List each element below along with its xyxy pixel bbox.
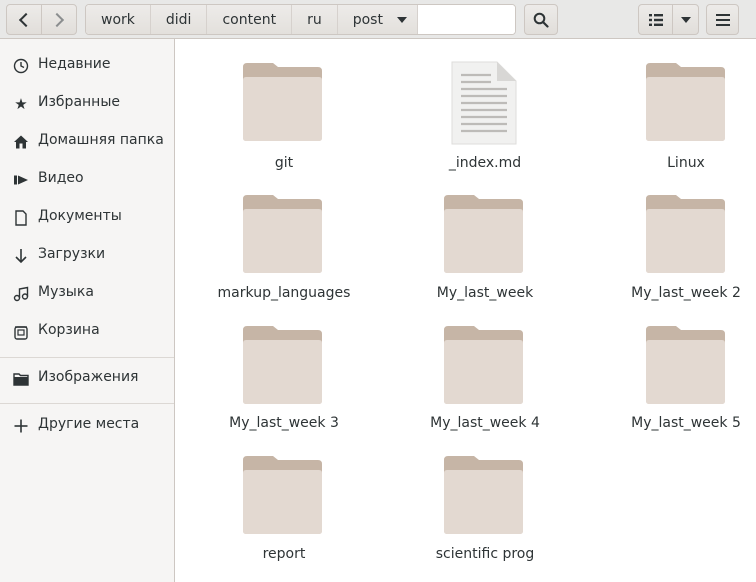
- sidebar-item-label: Видео: [38, 170, 84, 186]
- home-icon: [12, 133, 30, 151]
- sidebar-item-home[interactable]: Домашняя папка: [0, 122, 174, 160]
- go-previous-icon: [18, 12, 34, 27]
- file-item-my-last-week[interactable]: My_last_week: [400, 195, 570, 315]
- sidebar-item-label: Недавние: [38, 56, 111, 72]
- forward-button[interactable]: [41, 4, 77, 35]
- sidebar-item-label: Корзина: [38, 322, 100, 338]
- sidebar: Недавние ★ Избранные Домашняя папка Виде…: [0, 39, 175, 582]
- sidebar-separator: [0, 357, 174, 358]
- path-crumb-post-label: post: [352, 11, 383, 28]
- folder-icon: [243, 326, 322, 404]
- sidebar-item-label: Избранные: [38, 94, 120, 110]
- header-bar: work didi content ru post: [0, 0, 756, 39]
- file-item-linux[interactable]: Linux: [601, 63, 756, 183]
- file-item-git[interactable]: git: [199, 63, 369, 183]
- go-next-icon: [49, 12, 65, 27]
- folder-icon: [243, 195, 322, 273]
- file-item-markup-languages[interactable]: markup_languages: [199, 195, 369, 315]
- file-item-label: markup_languages: [217, 285, 351, 301]
- sidebar-item-label: Загрузки: [38, 246, 106, 262]
- back-button[interactable]: [6, 4, 42, 35]
- music-icon: [12, 285, 30, 303]
- search-icon: [533, 12, 549, 28]
- sidebar-item-label: Изображения: [38, 369, 139, 385]
- file-item-my-last-week-3[interactable]: My_last_week 3: [199, 326, 369, 446]
- folder-icon: [646, 195, 725, 273]
- view-toggle-button[interactable]: [638, 4, 673, 35]
- path-crumb-ru[interactable]: ru: [292, 5, 338, 34]
- file-item-label: scientific prog: [435, 546, 535, 562]
- file-item-label: My_last_week 5: [631, 415, 741, 431]
- star-icon: ★: [14, 95, 28, 113]
- file-item-label: git: [274, 155, 294, 171]
- sidebar-item-label: Музыка: [38, 284, 94, 300]
- file-item-my-last-week-5[interactable]: My_last_week 5: [601, 326, 756, 446]
- path-crumb-post[interactable]: post: [337, 5, 418, 34]
- folder-icon: [444, 456, 523, 534]
- sidebar-item-videos[interactable]: Видео: [0, 160, 174, 198]
- file-grid: git _index.md Linux markup_languages My_…: [176, 39, 756, 582]
- sidebar-item-music[interactable]: Музыка: [0, 274, 174, 312]
- sidebar-item-label: Другие места: [38, 416, 140, 432]
- sidebar-item-label: Домашняя папка: [38, 132, 164, 148]
- chevron-down-icon: [396, 16, 407, 23]
- path-bar: work didi content ru post: [85, 4, 516, 35]
- chevron-down-icon: [680, 16, 691, 23]
- sidebar-item-recent[interactable]: Недавние: [0, 46, 174, 84]
- folder-icon: [243, 456, 322, 534]
- path-bar-empty: [417, 5, 515, 34]
- download-icon: [12, 247, 30, 265]
- document-icon: [12, 209, 30, 227]
- view-options-button[interactable]: [672, 4, 699, 35]
- list-view-icon: [648, 13, 663, 26]
- file-item-label: My_last_week 2: [631, 285, 741, 301]
- plus-icon: [12, 417, 30, 435]
- file-item-label: My_last_week 4: [430, 415, 540, 431]
- file-item-label: My_last_week 3: [229, 415, 339, 431]
- sidebar-item-other-locations[interactable]: Другие места: [0, 406, 174, 444]
- path-crumb-didi[interactable]: didi: [150, 5, 208, 34]
- recent-icon: [12, 57, 30, 75]
- file-item-label: My_last_week: [436, 285, 534, 301]
- file-item-index-md[interactable]: _index.md: [400, 61, 570, 183]
- video-icon: [12, 171, 30, 189]
- trash-icon: [12, 323, 30, 341]
- hamburger-menu-icon: [715, 13, 730, 26]
- path-crumb-content[interactable]: content: [207, 5, 293, 34]
- text-document-icon: [451, 61, 517, 145]
- sidebar-item-starred[interactable]: ★ Избранные: [0, 84, 174, 122]
- sidebar-item-label: Документы: [38, 208, 122, 224]
- file-item-my-last-week-4[interactable]: My_last_week 4: [400, 326, 570, 446]
- path-crumb-work[interactable]: work: [86, 5, 151, 34]
- folder-icon: [12, 370, 30, 388]
- file-item-my-last-week-2[interactable]: My_last_week 2: [601, 195, 756, 315]
- folder-icon: [444, 326, 523, 404]
- file-item-scientific-prog[interactable]: scientific prog: [400, 456, 570, 576]
- sidebar-item-trash[interactable]: Корзина: [0, 312, 174, 350]
- main-menu-button[interactable]: [706, 4, 739, 35]
- file-item-label: report: [262, 546, 306, 562]
- sidebar-item-pictures[interactable]: Изображения: [0, 359, 174, 397]
- file-item-label: Linux: [667, 155, 705, 171]
- sidebar-separator: [0, 403, 174, 404]
- file-item-report[interactable]: report: [199, 456, 369, 576]
- folder-icon: [646, 63, 725, 141]
- folder-icon: [646, 326, 725, 404]
- folder-icon: [444, 195, 523, 273]
- file-item-label: _index.md: [448, 155, 522, 171]
- search-button[interactable]: [524, 4, 558, 35]
- folder-icon: [243, 63, 322, 141]
- sidebar-item-downloads[interactable]: Загрузки: [0, 236, 174, 274]
- sidebar-item-documents[interactable]: Документы: [0, 198, 174, 236]
